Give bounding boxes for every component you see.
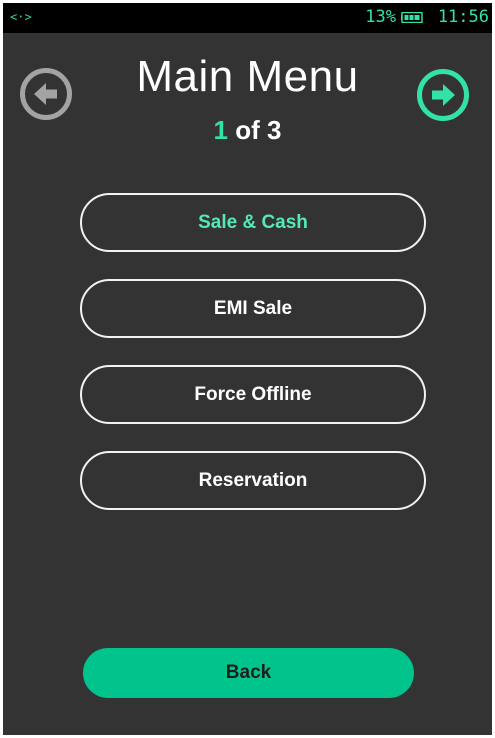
arrow-left-circle-icon[interactable] [19, 67, 73, 121]
status-bar: <·> 13% 11:56 [3, 3, 492, 33]
menu-item-force-offline[interactable]: Force Offline [80, 365, 426, 424]
arrow-right-circle-icon[interactable] [416, 68, 470, 122]
page-title: Main Menu [136, 52, 359, 101]
page-current: 1 [213, 115, 228, 145]
terminal-screen: <·> 13% 11:56 Main Menu 1 of 3 Sale & Ca… [3, 3, 492, 735]
page-indicator: 1 of 3 [123, 115, 372, 145]
menu-item-emi-sale[interactable]: EMI Sale [80, 279, 426, 338]
battery-icon [401, 12, 423, 23]
menu-item-reservation[interactable]: Reservation [80, 451, 426, 510]
back-button[interactable]: Back [83, 648, 414, 698]
clock: 11:56 [437, 7, 489, 27]
page-total: of 3 [228, 115, 282, 145]
menu-item-sale-cash[interactable]: Sale & Cash [80, 193, 426, 252]
battery-percent: 13% [365, 7, 396, 27]
connection-icon: <·> [10, 10, 32, 24]
